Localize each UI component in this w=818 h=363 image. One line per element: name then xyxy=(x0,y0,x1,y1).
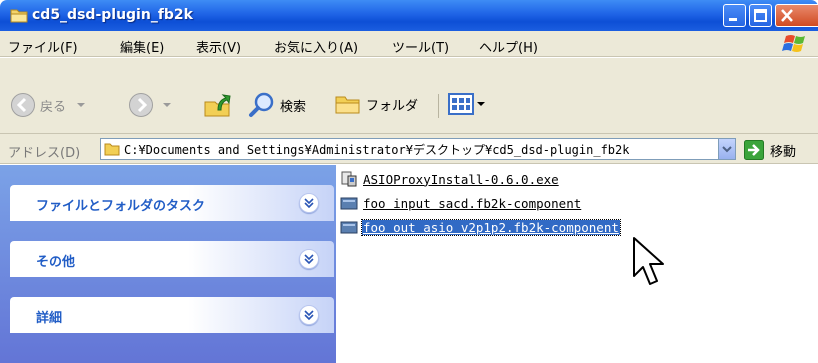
chevron-double-down-icon xyxy=(304,198,314,209)
views-grid-icon xyxy=(448,93,474,115)
chevron-double-down-icon xyxy=(304,310,314,321)
menu-help[interactable]: ヘルプ(H) xyxy=(479,37,538,56)
search-button[interactable]: 検索 xyxy=(248,92,306,118)
back-button[interactable]: 戻る xyxy=(10,92,88,118)
back-label: 戻る xyxy=(40,99,67,115)
views-button[interactable] xyxy=(448,92,486,116)
folder-icon xyxy=(104,143,120,156)
forward-arrow-icon xyxy=(129,93,153,117)
go-label: 移動 xyxy=(770,144,797,160)
menu-favorites[interactable]: お気に入り(A) xyxy=(274,37,358,56)
search-label: 検索 xyxy=(280,99,307,115)
menu-tools[interactable]: ツール(T) xyxy=(392,37,449,56)
expand-button[interactable] xyxy=(299,193,319,213)
address-dropdown-button[interactable] xyxy=(718,139,735,159)
folders-label: フォルダ xyxy=(366,98,419,114)
panel-details[interactable]: 詳細 xyxy=(10,297,334,333)
address-input[interactable]: C:¥Documents and Settings¥Administrator¥… xyxy=(100,138,736,160)
search-icon xyxy=(249,92,274,117)
file-name: foo out asio v2p1p2.fb2k-component xyxy=(361,218,621,236)
chevron-down-icon xyxy=(77,103,86,107)
toolbar: 戻る 検索 フォルダ xyxy=(0,58,818,134)
windows-logo-icon xyxy=(782,35,805,52)
panel-file-folder-tasks[interactable]: ファイルとフォルダのタスク xyxy=(10,185,334,221)
back-arrow-icon xyxy=(11,93,35,117)
address-bar: アドレス(D) C:¥Documents and Settings¥Admini… xyxy=(0,134,818,164)
folder-icon xyxy=(10,9,28,23)
chevron-down-icon xyxy=(722,146,732,153)
address-label: アドレス(D) xyxy=(8,146,81,161)
folder-icon xyxy=(335,96,360,114)
expand-button[interactable] xyxy=(299,305,319,325)
chevron-down-icon xyxy=(163,103,171,107)
menu-view[interactable]: 表示(V) xyxy=(196,37,241,56)
minimize-icon xyxy=(729,18,737,21)
file-item-selected[interactable]: foo out asio v2p1p2.fb2k-component xyxy=(340,217,621,237)
chevron-down-icon xyxy=(477,102,485,106)
task-pane: ファイルとフォルダのタスク その他 詳細 xyxy=(0,165,336,363)
up-folder-icon xyxy=(204,94,231,117)
forward-button[interactable] xyxy=(128,92,174,118)
title-bar: cd5_dsd-plugin_fb2k xyxy=(0,0,818,31)
file-item[interactable]: ASIOProxyInstall-0.6.0.exe xyxy=(340,169,560,189)
minimize-button[interactable] xyxy=(723,4,746,27)
chevron-double-down-icon xyxy=(304,254,314,265)
panel-title: その他 xyxy=(36,255,76,270)
file-item[interactable]: foo input sacd.fb2k-component xyxy=(340,193,582,213)
go-button[interactable]: 移動 xyxy=(744,140,796,160)
close-icon xyxy=(781,9,793,22)
maximize-icon xyxy=(754,9,767,22)
folders-button[interactable]: フォルダ xyxy=(334,92,418,116)
expand-button[interactable] xyxy=(299,249,319,269)
up-folder-button[interactable] xyxy=(202,88,232,118)
close-button[interactable] xyxy=(775,4,818,27)
toolbar-separator xyxy=(438,94,439,118)
window-title: cd5_dsd-plugin_fb2k xyxy=(32,7,193,23)
component-file-icon xyxy=(340,221,358,234)
menu-file[interactable]: ファイル(F) xyxy=(8,37,78,56)
panel-other-places[interactable]: その他 xyxy=(10,241,334,277)
mouse-pointer-icon xyxy=(633,237,664,285)
panel-title: ファイルとフォルダのタスク xyxy=(36,199,206,214)
menu-bar: ファイル(F) 編集(E) 表示(V) お気に入り(A) ツール(T) ヘルプ(… xyxy=(0,31,818,57)
address-path: C:¥Documents and Settings¥Administrator¥… xyxy=(124,142,630,157)
component-file-icon xyxy=(340,197,358,210)
installer-icon xyxy=(341,171,357,187)
file-name: foo input sacd.fb2k-component xyxy=(363,195,582,211)
file-list: ASIOProxyInstall-0.6.0.exe foo input sac… xyxy=(338,165,818,363)
menu-edit[interactable]: 編集(E) xyxy=(120,37,164,56)
file-name: ASIOProxyInstall-0.6.0.exe xyxy=(363,171,559,187)
go-arrow-icon xyxy=(744,140,764,160)
maximize-button[interactable] xyxy=(749,4,772,27)
panel-title: 詳細 xyxy=(36,311,63,326)
